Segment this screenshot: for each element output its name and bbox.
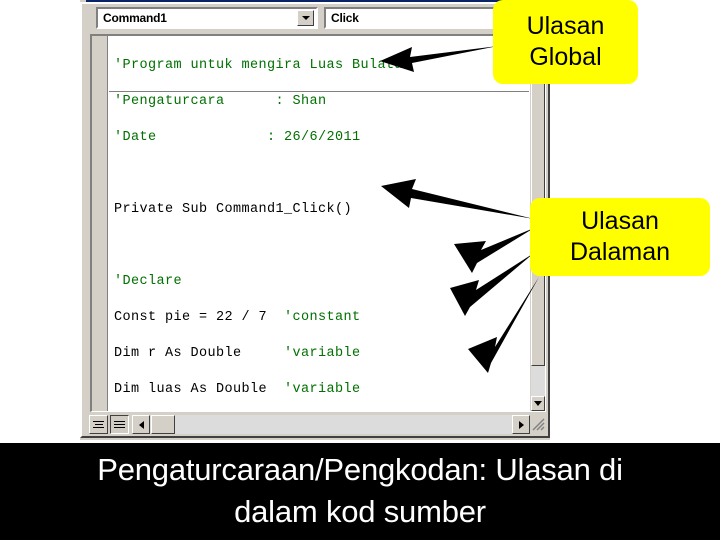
callout-line-2: Dalaman	[569, 238, 671, 266]
resize-grip-icon[interactable]	[530, 416, 546, 432]
triangle-left-icon[interactable]	[132, 415, 150, 434]
code-comment-text: 'variable	[284, 382, 361, 397]
code-comment-text: 'constant	[284, 310, 361, 325]
caption-line-1: Pengaturcaraan/Pengkodan: Ulasan di	[97, 452, 623, 487]
vb-code-window: Command1 Click 'Program untuk mengira Lu…	[80, 0, 550, 440]
window-frame: Command1 Click 'Program untuk mengira Lu…	[80, 2, 550, 438]
editor-margin-gutter	[92, 36, 108, 411]
object-combobox-value: Command1	[103, 11, 167, 25]
slide-canvas: Command1 Click 'Program untuk mengira Lu…	[0, 0, 720, 540]
code-line: Dim r As Double 'variable	[114, 345, 529, 363]
procedure-view-icon[interactable]	[89, 415, 108, 434]
callout-ulasan-dalaman: Ulasan Dalaman	[530, 198, 710, 276]
code-comment-text: 'Pengaturcara : Shan	[114, 94, 327, 109]
triangle-right-icon[interactable]	[512, 415, 530, 434]
horizontal-scrollbar-thumb[interactable]	[151, 415, 175, 434]
code-header-separator	[109, 91, 529, 92]
code-line: 'Program untuk mengira Luas Bulatan	[114, 57, 529, 75]
chevron-down-icon[interactable]	[297, 10, 314, 26]
code-comment-text: 'Program untuk mengira Luas Bulatan	[114, 58, 412, 73]
code-line: 'Date : 26/6/2011	[114, 129, 529, 147]
caption-line-2: dalam kod sumber	[234, 494, 486, 529]
code-horizontal-scrollbar[interactable]	[132, 415, 530, 434]
code-comment-text: 'variable	[284, 346, 361, 361]
code-comment-text: 'Declare	[114, 274, 183, 289]
callout-line-2: Global	[529, 43, 602, 71]
callout-ulasan-global: Ulasan Global	[493, 0, 638, 84]
callout-line-1: Ulasan	[526, 12, 605, 40]
code-line: 'Pengaturcara : Shan	[114, 93, 529, 111]
object-combobox[interactable]: Command1	[96, 7, 318, 29]
slide-caption: Pengaturcaraan/Pengkodan: Ulasan di dala…	[0, 443, 720, 540]
code-source-text: Dim luas As Double	[114, 382, 268, 397]
code-line: Dim luas As Double 'variable	[114, 381, 529, 399]
procedure-combobox-value: Click	[331, 11, 359, 25]
editor-bottom-bar	[86, 414, 546, 436]
code-source-text: Dim r As Double	[114, 346, 242, 361]
triangle-down-icon[interactable]	[531, 396, 545, 411]
code-source-text: Private Sub Command1_Click()	[114, 202, 353, 217]
code-line: Const pie = 22 / 7 'constant	[114, 309, 529, 327]
code-line: 'Declare	[114, 273, 529, 291]
editor-combo-row: Command1 Click	[84, 7, 546, 33]
code-editor-pane[interactable]: 'Program untuk mengira Luas Bulatan 'Pen…	[90, 34, 546, 412]
callout-line-1: Ulasan	[581, 207, 659, 235]
code-source-text: Const pie = 22 / 7	[114, 310, 268, 325]
code-text-content[interactable]: 'Program untuk mengira Luas Bulatan 'Pen…	[114, 39, 529, 411]
code-line: Private Sub Command1_Click()	[114, 201, 529, 219]
full-module-view-icon[interactable]	[110, 415, 129, 434]
code-comment-text: 'Date : 26/6/2011	[114, 130, 361, 145]
